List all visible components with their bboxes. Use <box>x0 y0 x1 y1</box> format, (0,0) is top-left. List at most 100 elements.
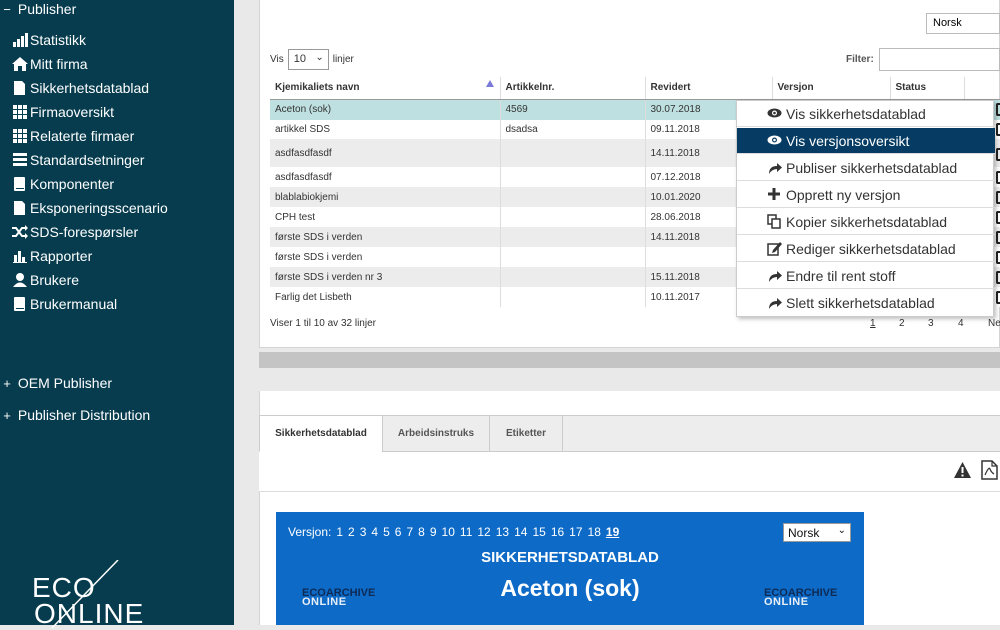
row-action-button[interactable] <box>996 231 1000 244</box>
menu-item-publish[interactable]: Publiser sikkerhetsdatablad <box>737 155 995 181</box>
sidebar-item-label: Rapporter <box>30 248 93 264</box>
version-link[interactable]: 7 <box>406 525 413 539</box>
row-action-button[interactable] <box>996 103 1000 116</box>
sidebar-item-label: Brukermanual <box>30 296 118 312</box>
version-link[interactable]: 16 <box>551 525 564 539</box>
version-link[interactable]: 8 <box>418 525 425 539</box>
grid-icon <box>12 105 28 119</box>
sidebar-item-relaterte-firmaer[interactable]: Relaterte firmaer <box>12 126 134 146</box>
menu-item-label: Opprett ny versjon <box>786 186 901 203</box>
version-link[interactable]: 14 <box>514 525 527 539</box>
menu-item-new-version[interactable]: Opprett ny versjon <box>737 182 995 208</box>
version-link[interactable]: 5 <box>383 525 390 539</box>
menu-item-edit[interactable]: Rediger sikkerhetsdatablad <box>737 236 995 262</box>
version-link[interactable]: 6 <box>395 525 402 539</box>
menu-item-copy[interactable]: Kopier sikkerhetsdatablad <box>737 209 995 235</box>
section-publisher-distribution[interactable]: + Publisher Distribution <box>0 407 150 423</box>
version-link[interactable]: 3 <box>360 525 367 539</box>
version-link[interactable]: 15 <box>532 525 545 539</box>
sidebar-item-statistikk[interactable]: Statistikk <box>12 30 86 50</box>
sidebar-item-firmaoversikt[interactable]: Firmaoversikt <box>12 102 114 122</box>
version-link[interactable]: 12 <box>477 525 490 539</box>
filter-label: Filter: <box>846 54 874 65</box>
col-header-revised[interactable]: Revidert <box>645 77 773 100</box>
sidebar-item-standardsetninger[interactable]: Standardsetninger <box>12 150 144 170</box>
version-link[interactable]: 1 <box>336 525 343 539</box>
sidebar-item-mitt-firma[interactable]: Mitt firma <box>12 54 88 74</box>
page-length-select[interactable]: 10 ⌄ <box>287 49 329 70</box>
cell-name: blablabiokjemi <box>270 187 501 207</box>
filter-input[interactable] <box>879 48 1000 71</box>
warning-icon[interactable] <box>953 461 972 479</box>
version-link-current[interactable]: 19 <box>606 525 619 539</box>
menu-item-view-sds[interactable]: Vis sikkerhetsdatablad <box>737 101 995 127</box>
sidebar: − Publisher Statistikk Mitt firma Sikker… <box>0 0 234 629</box>
row-action-button[interactable] <box>996 148 1000 161</box>
copy-icon <box>767 214 781 229</box>
version-link[interactable]: 2 <box>348 525 355 539</box>
ecoarchive-logo-left: ECOARCHIVE ONLINE <box>302 588 375 608</box>
sidebar-item-brukermanual[interactable]: Brukermanual <box>12 294 117 314</box>
sidebar-item-eksponeringsscenario[interactable]: Eksponeringsscenario <box>12 198 168 218</box>
page-link-1[interactable]: 1 <box>870 318 876 329</box>
sidebar-item-brukere[interactable]: Brukere <box>12 270 79 290</box>
sidebar-item-label: Brukere <box>30 272 80 288</box>
row-action-button[interactable] <box>996 271 1000 284</box>
page-link-3[interactable]: 3 <box>928 318 934 329</box>
cell-article <box>500 287 646 307</box>
menu-item-label: Kopier sikkerhetsdatablad <box>786 213 948 230</box>
col-header-article[interactable]: Artikkelnr. <box>500 77 646 100</box>
row-action-button[interactable] <box>996 191 1000 204</box>
sidebar-item-sds-foresporsler[interactable]: SDS-forespørsler <box>12 222 138 242</box>
version-link[interactable]: 4 <box>371 525 378 539</box>
cell-article <box>500 247 646 267</box>
section-publisher[interactable]: − Publisher <box>0 1 76 17</box>
tab-arbeidsinstruks[interactable]: Arbeidsinstruks <box>382 415 490 452</box>
menu-item-pure-substance[interactable]: Endre til rent stoff <box>737 263 995 289</box>
col-header-version[interactable]: Versjon <box>772 77 891 100</box>
cell-article: 4569 <box>500 99 646 120</box>
col-header-name[interactable]: Kjemikaliets navn <box>270 77 501 100</box>
menu-item-delete[interactable]: Slett sikkerhetsdatablad <box>737 290 995 316</box>
version-link[interactable]: 13 <box>496 525 509 539</box>
sidebar-item-komponenter[interactable]: Komponenter <box>12 174 114 194</box>
tab-sikkerhetsdatablad[interactable]: Sikkerhetsdatablad <box>259 415 383 452</box>
ea-text-bottom: ONLINE <box>302 596 347 608</box>
row-action-button[interactable] <box>996 123 1000 136</box>
version-link[interactable]: 18 <box>588 525 601 539</box>
menu-item-label: Slett sikkerhetsdatablad <box>786 295 935 311</box>
sds-language-select[interactable]: Norsk ⌄ <box>783 523 851 542</box>
row-action-button[interactable] <box>996 251 1000 264</box>
version-link[interactable]: 11 <box>460 525 472 539</box>
row-action-button[interactable] <box>996 291 1000 304</box>
home-icon <box>12 57 28 71</box>
tab-etiketter[interactable]: Etiketter <box>489 415 563 452</box>
sidebar-item-label: Mitt firma <box>30 56 88 72</box>
edit-icon <box>767 242 782 256</box>
language-select[interactable]: Norsk <box>926 13 1000 34</box>
section-oem-publisher[interactable]: + OEM Publisher <box>0 375 112 391</box>
book-icon <box>12 297 28 311</box>
col-header-status[interactable]: Status <box>890 77 965 100</box>
cell-article <box>500 167 646 187</box>
sidebar-item-label: Standardsetninger <box>30 152 145 168</box>
version-link[interactable]: 10 <box>442 525 455 539</box>
page-link-2[interactable]: 2 <box>899 318 905 329</box>
sidebar-item-rapporter[interactable]: Rapporter <box>12 246 92 266</box>
page-link-next[interactable]: Ne <box>988 318 1000 329</box>
linjer-label: linjer <box>332 54 354 65</box>
page-link-4[interactable]: 4 <box>958 318 964 329</box>
cell-name: første SDS i verden <box>270 227 501 247</box>
book-icon <box>12 177 28 191</box>
cell-name: første SDS i verden <box>270 247 501 267</box>
row-action-button[interactable] <box>996 211 1000 224</box>
col-header-label: Kjemikaliets navn <box>275 82 360 94</box>
menu-item-label: Vis sikkerhetsdatablad <box>786 105 926 122</box>
menu-item-view-versions[interactable]: Vis versjonsoversikt <box>737 128 995 154</box>
version-link[interactable]: 9 <box>430 525 437 539</box>
version-link[interactable]: 17 <box>569 525 582 539</box>
pdf-icon[interactable] <box>981 460 998 480</box>
row-action-button[interactable] <box>996 171 1000 184</box>
sidebar-item-sikkerhetsdatablad[interactable]: Sikkerhetsdatablad <box>12 78 149 98</box>
sidebar-item-label: Eksponeringsscenario <box>30 200 168 216</box>
